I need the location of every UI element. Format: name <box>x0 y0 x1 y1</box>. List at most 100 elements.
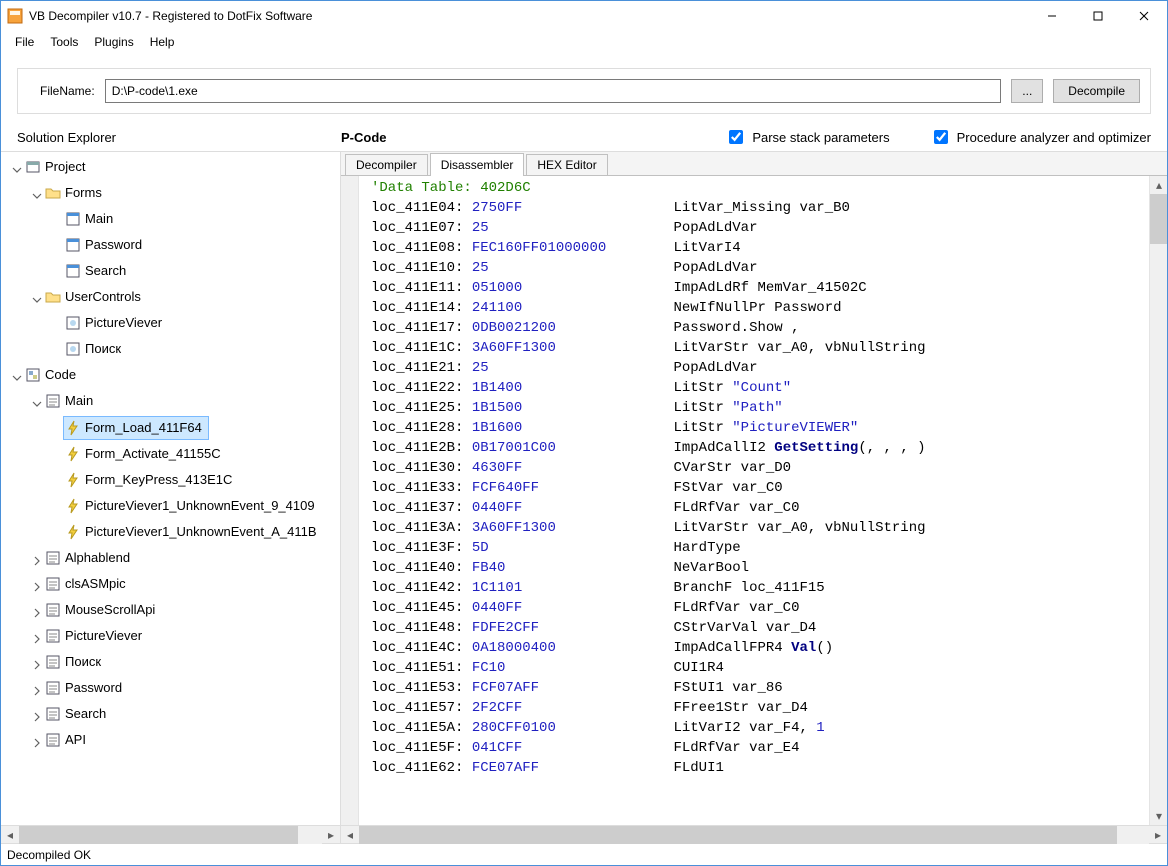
tree-node-label: Alphablend <box>65 547 130 569</box>
tree-node-label: MouseScrollApi <box>65 599 155 621</box>
tree-twist-icon[interactable] <box>31 738 43 748</box>
procedure-analyzer-checkbox[interactable]: Procedure analyzer and optimizer <box>930 127 1151 147</box>
tree-node[interactable]: Search <box>63 260 128 282</box>
tree-node[interactable]: MouseScrollApi <box>43 599 157 621</box>
tree-twist-icon[interactable] <box>11 165 23 175</box>
module-icon <box>45 732 61 748</box>
form-icon <box>65 263 81 279</box>
minimize-button[interactable] <box>1029 1 1075 31</box>
tree-node[interactable]: Password <box>43 677 124 699</box>
tree-node-label: Form_Activate_41155C <box>85 443 221 465</box>
tree-twist-icon[interactable] <box>31 399 43 409</box>
menu-file[interactable]: File <box>7 33 42 51</box>
tree-node[interactable]: Form_Load_411F64 <box>63 416 209 440</box>
scroll-right-icon[interactable]: ▸ <box>1149 826 1167 844</box>
module-icon <box>45 706 61 722</box>
tree-node[interactable]: Code <box>23 364 78 386</box>
uc-icon <box>65 341 81 357</box>
window-title: VB Decompiler v10.7 - Registered to DotF… <box>29 9 1029 23</box>
tree-node[interactable]: API <box>43 729 88 751</box>
browse-button[interactable]: ... <box>1011 79 1043 103</box>
window-buttons <box>1029 1 1167 31</box>
tree-node[interactable]: Поиск <box>63 338 123 360</box>
tree-node[interactable]: PictureViever1_UnknownEvent_9_4109 <box>63 495 317 517</box>
scroll-left-icon[interactable]: ◂ <box>341 826 359 844</box>
tree-twist-icon[interactable] <box>31 582 43 592</box>
tree-node[interactable]: PictureViever <box>43 625 144 647</box>
parse-stack-checkbox-input[interactable] <box>729 130 743 144</box>
parse-stack-label: Parse stack parameters <box>752 130 889 145</box>
tree-twist-icon[interactable] <box>11 373 23 383</box>
procedure-analyzer-label: Procedure analyzer and optimizer <box>957 130 1151 145</box>
tab-decompiler[interactable]: Decompiler <box>345 154 428 175</box>
filename-input[interactable] <box>105 79 1002 103</box>
code-listing[interactable]: 'Data Table: 402D6C loc_411E04: 2750FF L… <box>359 176 1149 825</box>
tree-node-label: Search <box>85 260 126 282</box>
tree-node-label: Поиск <box>65 651 101 673</box>
tree-node-label: Forms <box>65 182 102 204</box>
tree-node[interactable]: Main <box>43 390 95 412</box>
project-tree[interactable]: Project Forms Main Password Search UserContro… <box>1 152 340 825</box>
tree-node[interactable]: clsASMpic <box>43 573 128 595</box>
scroll-down-icon[interactable]: ▾ <box>1150 807 1167 825</box>
tab-disassembler[interactable]: Disassembler <box>430 153 525 176</box>
tree-node[interactable]: Alphablend <box>43 547 132 569</box>
tree-node[interactable]: UserControls <box>43 286 143 308</box>
tree-node-label: PictureViever1_UnknownEvent_9_4109 <box>85 495 315 517</box>
explorer-hscrollbar[interactable]: ◂ ▸ <box>1 825 340 843</box>
scroll-left-icon[interactable]: ◂ <box>1 826 19 844</box>
tree-twist-icon[interactable] <box>31 608 43 618</box>
scroll-right-icon[interactable]: ▸ <box>322 826 340 844</box>
tree-node[interactable]: Search <box>43 703 108 725</box>
module-icon <box>45 602 61 618</box>
parse-stack-checkbox[interactable]: Parse stack parameters <box>725 127 889 147</box>
scroll-up-icon[interactable]: ▴ <box>1150 176 1167 194</box>
tree-node[interactable]: PictureViever1_UnknownEvent_A_411B <box>63 521 319 543</box>
codegrp-icon <box>25 367 41 383</box>
uc-icon <box>65 315 81 331</box>
tree-twist-icon[interactable] <box>31 634 43 644</box>
tree-node[interactable]: Поиск <box>43 651 103 673</box>
tree-node-label: Password <box>85 234 142 256</box>
tree-node-label: Form_KeyPress_413E1C <box>85 469 232 491</box>
tree-node[interactable]: PictureViever <box>63 312 164 334</box>
module-icon <box>45 550 61 566</box>
code-tabs: Decompiler Disassembler HEX Editor <box>341 152 1167 176</box>
code-panel: Decompiler Disassembler HEX Editor 'Data… <box>341 152 1167 843</box>
tree-twist-icon[interactable] <box>31 660 43 670</box>
module-icon <box>45 393 61 409</box>
filename-bar-inner: FileName: ... Decompile <box>17 68 1151 114</box>
bolt-icon <box>65 524 81 540</box>
tree-node[interactable]: Password <box>63 234 144 256</box>
titlebar: VB Decompiler v10.7 - Registered to DotF… <box>1 1 1167 31</box>
maximize-button[interactable] <box>1075 1 1121 31</box>
tree-twist-icon[interactable] <box>31 712 43 722</box>
menu-plugins[interactable]: Plugins <box>86 33 141 51</box>
decompile-button[interactable]: Decompile <box>1053 79 1140 103</box>
body: Project Forms Main Password Search UserContro… <box>1 151 1167 843</box>
tree-node-label: Main <box>85 208 113 230</box>
code-hscrollbar[interactable]: ◂ ▸ <box>341 825 1167 843</box>
tree-node-label: PictureViever <box>85 312 162 334</box>
bolt-icon <box>65 498 81 514</box>
tree-twist-icon[interactable] <box>31 191 43 201</box>
procedure-analyzer-checkbox-input[interactable] <box>934 130 948 144</box>
close-button[interactable] <box>1121 1 1167 31</box>
code-vscrollbar[interactable]: ▴ ▾ <box>1149 176 1167 825</box>
folder-icon <box>45 185 61 201</box>
tree-twist-icon[interactable] <box>31 295 43 305</box>
tree-node[interactable]: Forms <box>43 182 104 204</box>
code-area: 'Data Table: 402D6C loc_411E04: 2750FF L… <box>341 176 1167 825</box>
tree-twist-icon[interactable] <box>31 686 43 696</box>
tree-node[interactable]: Project <box>23 156 87 178</box>
tree-node[interactable]: Main <box>63 208 115 230</box>
module-icon <box>45 576 61 592</box>
tree-node[interactable]: Form_KeyPress_413E1C <box>63 469 234 491</box>
tree-node-label: Form_Load_411F64 <box>85 417 202 439</box>
tab-hex-editor[interactable]: HEX Editor <box>526 154 607 175</box>
menu-help[interactable]: Help <box>142 33 183 51</box>
tree-twist-icon[interactable] <box>31 556 43 566</box>
tree-node[interactable]: Form_Activate_41155C <box>63 443 223 465</box>
tree-node-label: Поиск <box>85 338 121 360</box>
menu-tools[interactable]: Tools <box>42 33 86 51</box>
